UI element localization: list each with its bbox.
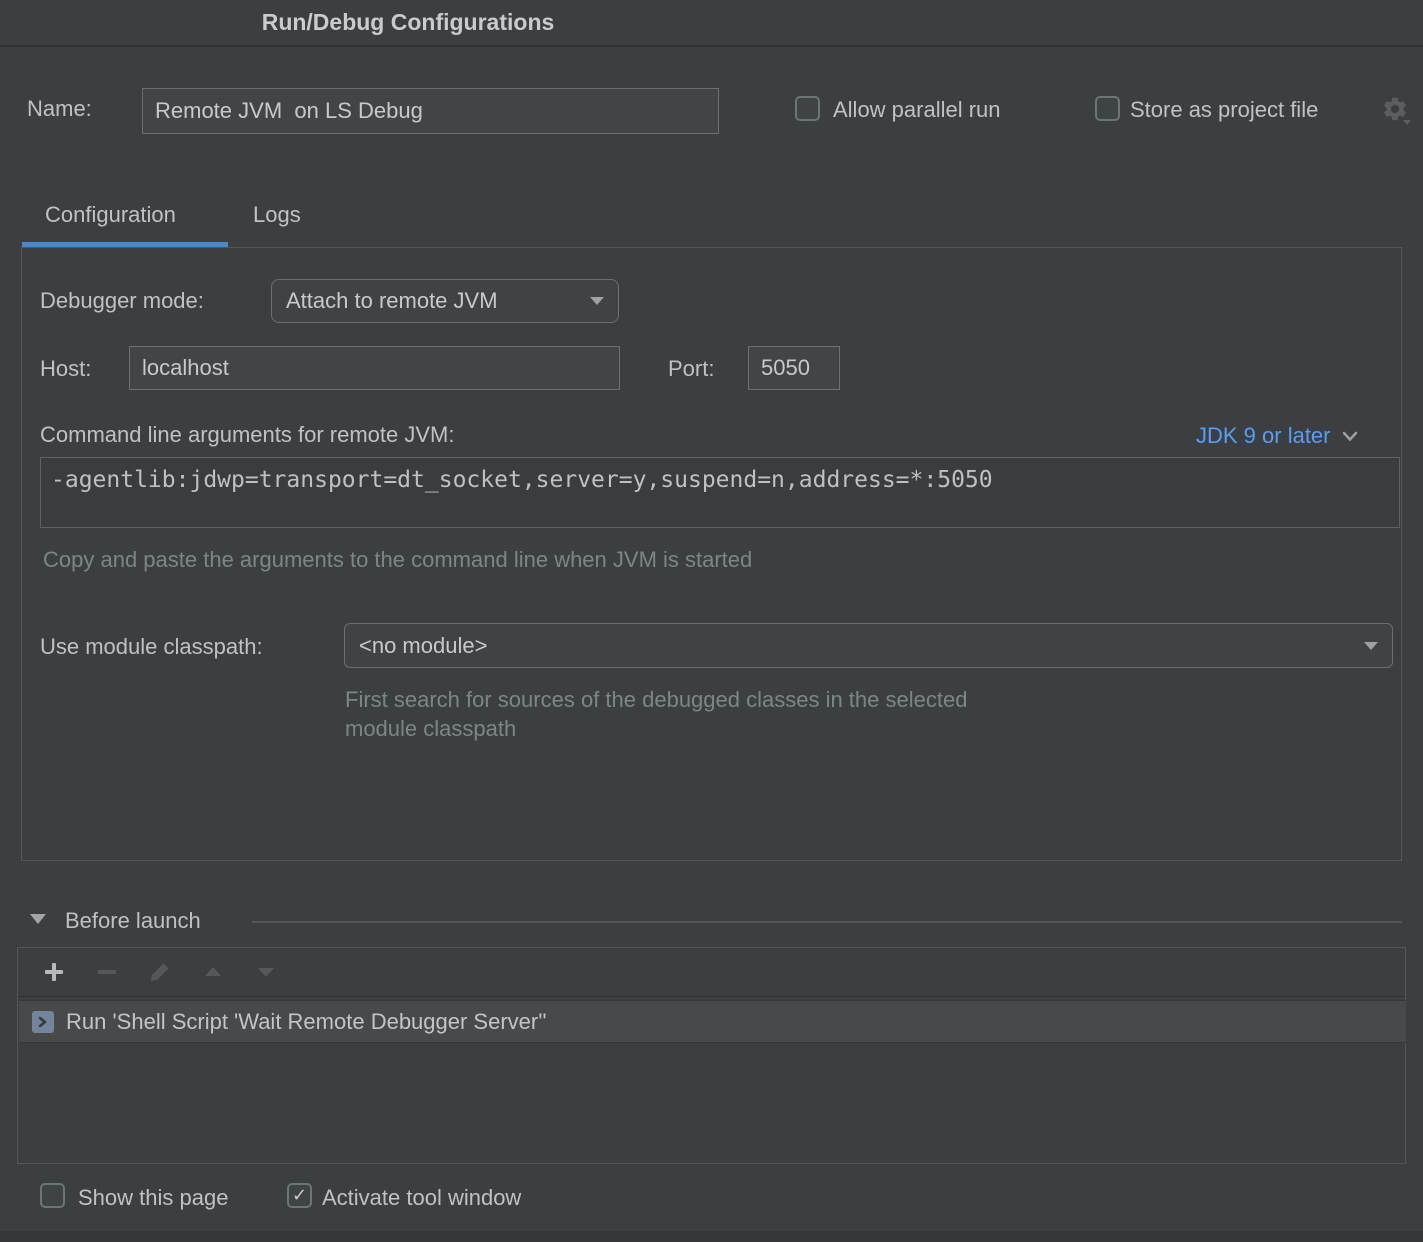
before-launch-task-row[interactable]: Run 'Shell Script 'Wait Remote Debugger … xyxy=(19,1000,1406,1043)
store-as-project-file-checkbox[interactable] xyxy=(1095,96,1120,121)
shell-script-run-icon xyxy=(32,1011,54,1033)
name-input[interactable] xyxy=(142,88,719,134)
gear-icon[interactable] xyxy=(1381,95,1409,123)
title-divider xyxy=(0,45,1423,47)
before-launch-task-label: Run 'Shell Script 'Wait Remote Debugger … xyxy=(66,1009,547,1035)
move-down-icon[interactable] xyxy=(254,960,278,984)
dialog-title: Run/Debug Configurations xyxy=(0,9,816,36)
jdk-version-label: JDK 9 or later xyxy=(1196,423,1331,449)
command-line-hint: Copy and paste the arguments to the comm… xyxy=(43,547,752,573)
jvm-arguments-field[interactable]: -agentlib:jdwp=transport=dt_socket,serve… xyxy=(40,457,1400,528)
command-line-label: Command line arguments for remote JVM: xyxy=(40,422,455,448)
before-launch-panel: Run 'Shell Script 'Wait Remote Debugger … xyxy=(17,947,1406,1164)
tab-logs[interactable]: Logs xyxy=(253,202,301,228)
activate-tool-window-label[interactable]: Activate tool window xyxy=(322,1185,521,1211)
store-as-project-file-label[interactable]: Store as project file xyxy=(1130,97,1318,123)
host-label: Host: xyxy=(40,356,91,382)
debugger-mode-dropdown[interactable]: Attach to remote JVM xyxy=(271,279,619,323)
port-input[interactable] xyxy=(748,346,840,390)
move-up-icon[interactable] xyxy=(201,960,225,984)
remove-icon[interactable] xyxy=(95,960,119,984)
tab-configuration[interactable]: Configuration xyxy=(45,202,176,228)
run-debug-configurations-dialog: Run/Debug Configurations Name: Allow par… xyxy=(0,0,1423,1242)
add-icon[interactable] xyxy=(42,960,66,984)
before-launch-divider xyxy=(252,921,1402,923)
module-classpath-hint: First search for sources of the debugged… xyxy=(345,685,967,743)
show-this-page-checkbox[interactable] xyxy=(40,1183,65,1208)
chevron-down-icon xyxy=(1364,642,1378,650)
edit-pencil-icon[interactable] xyxy=(148,960,172,984)
module-classpath-value: <no module> xyxy=(359,633,1364,659)
checkmark-icon: ✓ xyxy=(292,1186,307,1204)
before-launch-collapse-icon[interactable] xyxy=(30,914,46,924)
debugger-mode-value: Attach to remote JVM xyxy=(286,288,590,314)
chevron-down-icon xyxy=(1341,430,1359,443)
gear-dropdown-caret-icon xyxy=(1403,120,1411,125)
toolbar-separator xyxy=(18,996,1405,997)
before-launch-toolbar xyxy=(18,948,1405,996)
dialog-bottom-edge xyxy=(0,1231,1423,1242)
module-classpath-dropdown[interactable]: <no module> xyxy=(344,623,1393,668)
jdk-version-selector[interactable]: JDK 9 or later xyxy=(1196,423,1359,449)
module-classpath-label: Use module classpath: xyxy=(40,634,263,660)
debugger-mode-label: Debugger mode: xyxy=(40,288,204,314)
allow-parallel-run-label[interactable]: Allow parallel run xyxy=(833,97,1001,123)
allow-parallel-run-checkbox[interactable] xyxy=(795,96,820,121)
host-input[interactable] xyxy=(129,346,620,390)
port-label: Port: xyxy=(668,356,714,382)
before-launch-title: Before launch xyxy=(65,908,201,934)
activate-tool-window-checkbox[interactable]: ✓ xyxy=(287,1183,312,1208)
chevron-down-icon xyxy=(590,297,604,305)
name-label: Name: xyxy=(27,96,92,122)
show-this-page-label[interactable]: Show this page xyxy=(78,1185,228,1211)
